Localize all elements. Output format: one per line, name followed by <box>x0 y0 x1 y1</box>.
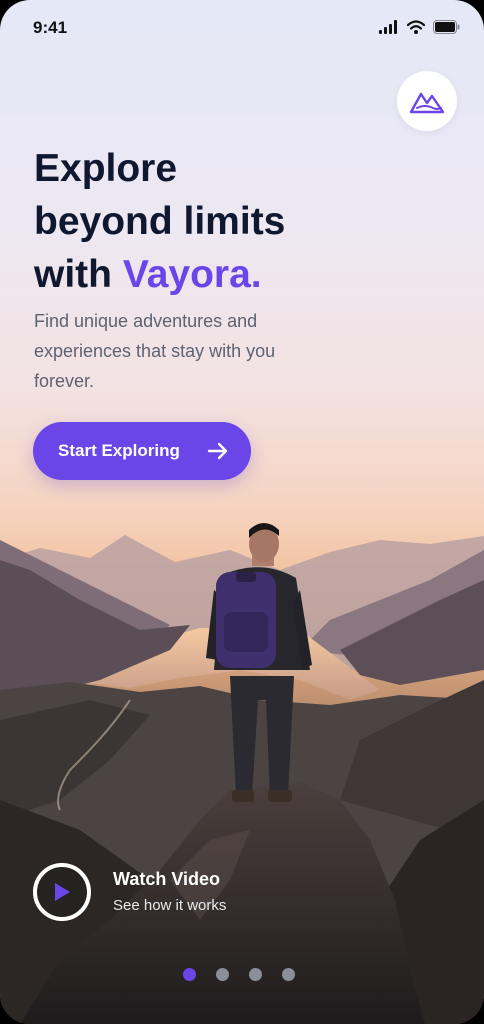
hero-headline: Explore beyond limits with Vayora. <box>34 142 285 301</box>
page-dot-2[interactable] <box>216 968 229 981</box>
start-exploring-button[interactable]: Start Exploring <box>33 422 251 480</box>
arrow-right-icon <box>207 442 228 460</box>
brand-logo <box>397 71 457 131</box>
mountain-logo-icon <box>409 92 445 114</box>
status-icons <box>379 20 460 34</box>
watch-video-control[interactable]: Watch Video See how it works <box>33 863 226 921</box>
pagination-dots <box>183 968 295 981</box>
start-exploring-label: Start Exploring <box>58 441 180 460</box>
headline-brand-name: Vayora. <box>122 253 262 296</box>
play-icon <box>55 883 70 901</box>
page-dot-1[interactable] <box>183 968 196 981</box>
hero-subtitle: Find unique adventures and experiences t… <box>34 311 276 391</box>
battery-icon <box>433 20 460 34</box>
wifi-icon <box>407 20 425 34</box>
onboarding-screen: 9:41 Explore beyond limits with Vayora. … <box>0 0 484 1024</box>
watch-video-title: Watch Video <box>113 868 221 889</box>
headline-line-1: Explore <box>34 147 178 190</box>
signal-icon <box>379 20 397 34</box>
watch-video-subtitle: See how it works <box>113 896 227 914</box>
headline-line-3-prefix: with <box>34 253 123 296</box>
headline-line-2: beyond limits <box>34 200 286 243</box>
page-dot-3[interactable] <box>249 968 262 981</box>
hero-landscape-image <box>0 523 484 1024</box>
status-bar: 9:41 <box>0 0 484 56</box>
play-button[interactable] <box>33 863 91 921</box>
watch-video-text: Watch Video See how it works <box>113 867 226 918</box>
page-dot-4[interactable] <box>282 968 295 981</box>
status-time: 9:41 <box>33 18 68 37</box>
